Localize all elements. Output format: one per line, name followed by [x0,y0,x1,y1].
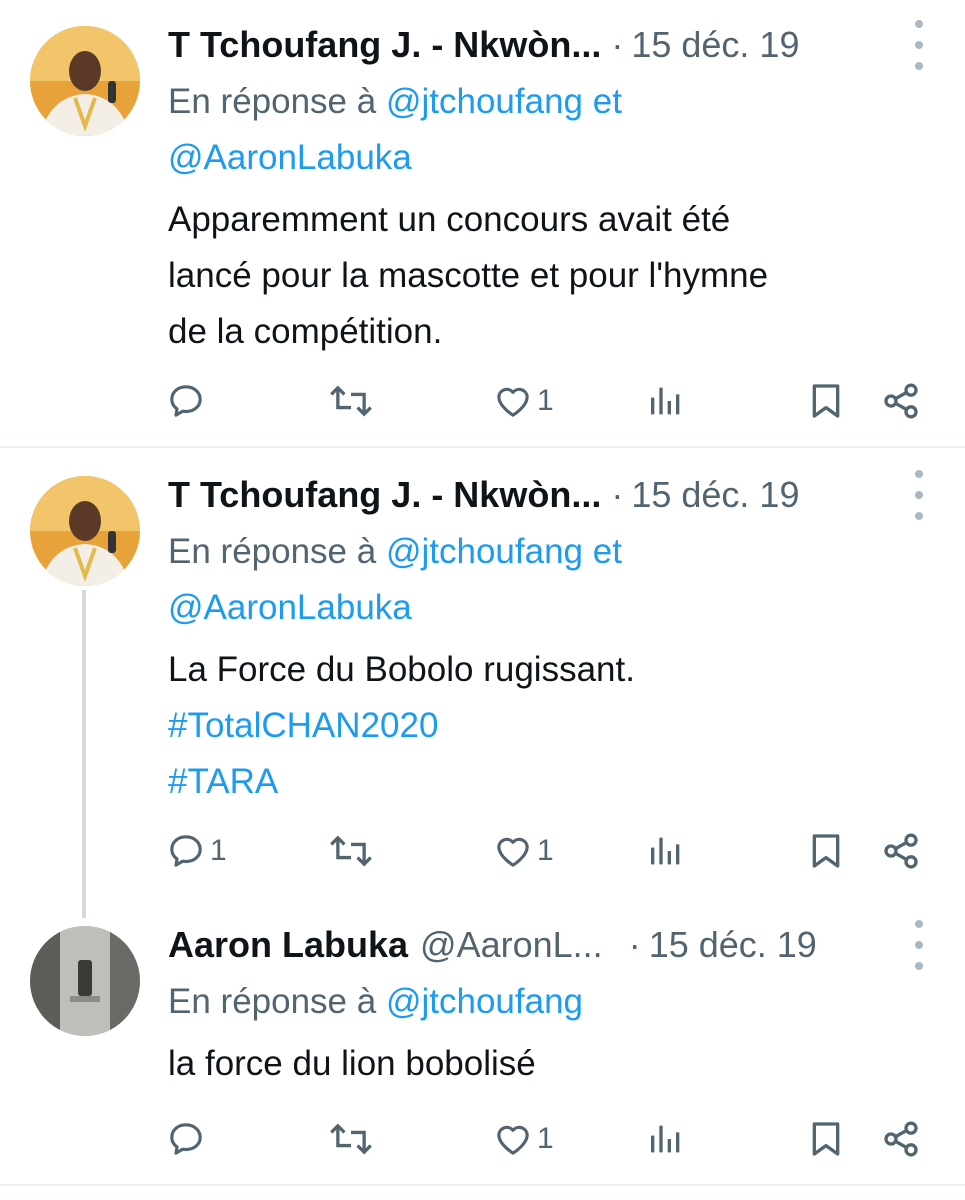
retweet-icon [328,1119,374,1159]
tweet-date[interactable]: 15 déc. 19 [631,24,799,66]
views-button[interactable] [646,376,686,426]
more-icon[interactable] [909,920,929,970]
bookmark-icon [806,381,846,421]
tweet-text-line: de la compétition. [168,312,443,351]
tweet-actions: 1 [0,1114,965,1164]
hashtag-link[interactable]: #TARA [168,754,928,810]
tweet-text-line: la force du lion bobolisé [168,1044,536,1083]
author-name[interactable]: T Tchoufang J. - Nkwòn... [168,24,601,66]
divider [0,446,965,448]
avatar[interactable] [30,476,140,586]
tweet-actions: 1 [0,376,965,426]
like-button[interactable]: 1 [493,1114,554,1164]
author-name[interactable]: T Tchoufang J. - Nkwòn... [168,474,601,516]
reply-prefix: En réponse à [168,82,377,121]
tweet-text: la force du lion bobolisé [168,1036,928,1092]
author-name[interactable]: Aaron Labuka [168,924,408,966]
reply-prefix: En réponse à [168,532,377,571]
avatar[interactable] [30,926,140,1036]
reply-mention[interactable]: @jtchoufang [386,982,583,1021]
share-icon [880,1119,922,1159]
retweet-icon [328,381,374,421]
like-button[interactable]: 1 [493,826,554,876]
reply-context: En réponse à @jtchoufang et @AaronLabuka [168,74,888,186]
separator-dot: · [628,924,641,965]
tweet-date[interactable]: 15 déc. 19 [649,924,817,966]
comment-icon [166,831,206,871]
hashtag-link[interactable]: #TotalCHAN2020 [168,698,928,754]
tweet-text-line: Apparemment un concours avait été [168,200,731,239]
like-count: 1 [537,1122,554,1155]
avatar[interactable] [30,26,140,136]
reply-count: 1 [210,834,227,867]
retweet-button[interactable] [328,1114,378,1164]
separator-dot: · [611,24,624,65]
share-icon [880,381,922,421]
bookmark-button[interactable] [806,1114,846,1164]
heart-icon [493,381,533,421]
retweet-button[interactable] [328,826,378,876]
retweet-icon [328,831,374,871]
reply-mentions[interactable]: @jtchoufang et [386,82,622,121]
bookmark-icon [806,1119,846,1159]
comment-icon [166,381,206,421]
comment-icon [166,1119,206,1159]
author-handle[interactable]: @AaronL... [420,924,603,966]
share-icon [880,831,922,871]
tweet-text-line: lancé pour la mascotte et pour l'hymne [168,256,769,295]
bookmark-button[interactable] [806,376,846,426]
reply-context: En réponse à @jtchoufang [168,974,888,1030]
heart-icon [493,831,533,871]
reply-button[interactable]: 1 [166,826,227,876]
views-button[interactable] [646,826,686,876]
views-icon [646,831,686,871]
share-button[interactable] [880,1114,922,1164]
like-button[interactable]: 1 [493,376,554,426]
like-count: 1 [537,834,554,867]
divider [0,1184,965,1186]
reply-context: En réponse à @jtchoufang et @AaronLabuka [168,524,888,636]
bookmark-icon [806,831,846,871]
share-button[interactable] [880,826,922,876]
views-button[interactable] [646,1114,686,1164]
reply-mention[interactable]: @AaronLabuka [168,588,412,627]
reply-mentions[interactable]: @jtchoufang et [386,532,622,571]
reply-mention[interactable]: @AaronLabuka [168,138,412,177]
tweet-text: La Force du Bobolo rugissant. #TotalCHAN… [168,642,928,810]
tweet-actions: 1 1 [0,826,965,876]
views-icon [646,1119,686,1159]
retweet-button[interactable] [328,376,378,426]
tweet-text-line: La Force du Bobolo rugissant. [168,650,635,689]
thread-connector [82,590,86,918]
share-button[interactable] [880,376,922,426]
more-icon[interactable] [909,470,929,520]
reply-button[interactable] [166,376,210,426]
heart-icon [493,1119,533,1159]
reply-button[interactable] [166,1114,210,1164]
bookmark-button[interactable] [806,826,846,876]
like-count: 1 [537,384,554,417]
tweet-date[interactable]: 15 déc. 19 [631,474,799,516]
more-icon[interactable] [909,20,929,70]
separator-dot: · [611,474,624,515]
tweet-text: Apparemment un concours avait été lancé … [168,192,928,360]
views-icon [646,381,686,421]
reply-prefix: En réponse à [168,982,377,1021]
